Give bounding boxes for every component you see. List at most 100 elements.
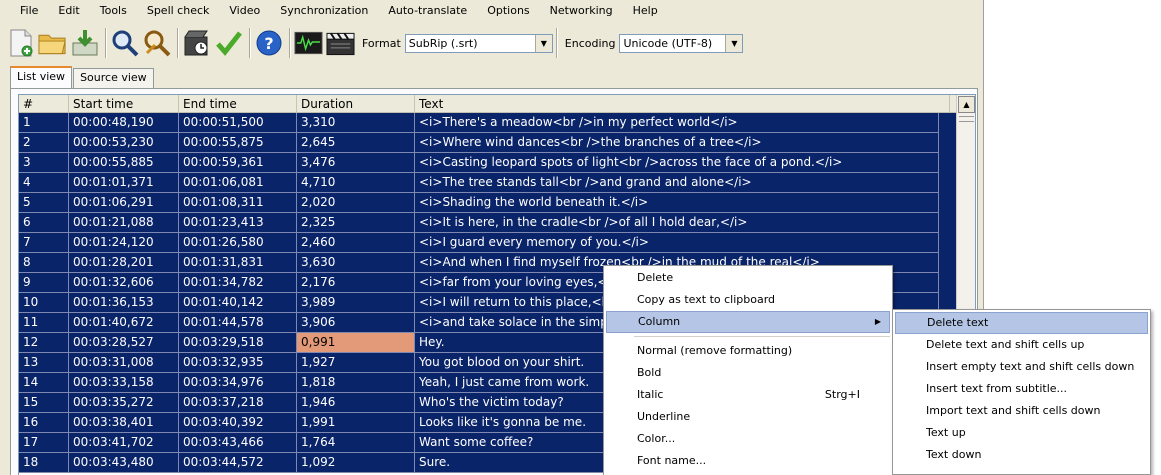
menu-file[interactable]: File — [10, 0, 48, 22]
cell-duration[interactable]: 3,989 — [297, 293, 415, 313]
table-row[interactable]: 1 00:00:48,190 00:00:51,500 3,310 <i>There's… — [19, 113, 975, 133]
cell-duration[interactable]: 3,310 — [297, 113, 415, 133]
new-icon[interactable] — [6, 26, 35, 60]
cell-text[interactable]: <i>Casting leopard spots of light<br />a… — [415, 153, 939, 173]
context-item-underline[interactable]: Underline — [604, 406, 892, 428]
cell-number[interactable]: 14 — [19, 373, 69, 393]
cell-text[interactable]: <i>It is here, in the cradle<br />of all… — [415, 213, 939, 233]
cell-start-time[interactable]: 00:01:40,672 — [69, 313, 179, 333]
context-item-delete[interactable]: Delete — [604, 267, 892, 289]
cell-start-time[interactable]: 00:03:41,702 — [69, 433, 179, 453]
cell-start-time[interactable]: 00:03:33,158 — [69, 373, 179, 393]
visual-sync-icon[interactable] — [182, 26, 211, 60]
cell-start-time[interactable]: 00:00:48,190 — [69, 113, 179, 133]
context-item-italic[interactable]: Italic Strg+I — [604, 384, 892, 406]
cell-number[interactable]: 9 — [19, 273, 69, 293]
table-row[interactable]: 7 00:01:24,120 00:01:26,580 2,460 <i>I guard… — [19, 233, 975, 253]
cell-number[interactable]: 11 — [19, 313, 69, 333]
context-item-normal-remove-formatting[interactable]: Normal (remove formatting) — [604, 340, 892, 362]
cell-number[interactable]: 1 — [19, 113, 69, 133]
cell-start-time[interactable]: 00:03:31,008 — [69, 353, 179, 373]
column-header-duration[interactable]: Duration — [297, 95, 415, 112]
menu-tools[interactable]: Tools — [90, 0, 137, 22]
cell-end-time[interactable]: 00:03:44,572 — [179, 453, 297, 473]
table-row[interactable]: 5 00:01:06,291 00:01:08,311 2,020 <i>Shading… — [19, 193, 975, 213]
cell-number[interactable]: 10 — [19, 293, 69, 313]
cell-end-time[interactable]: 00:01:44,578 — [179, 313, 297, 333]
chevron-down-icon[interactable]: ▼ — [725, 34, 743, 52]
cell-number[interactable]: 16 — [19, 413, 69, 433]
open-folder-icon[interactable] — [38, 26, 67, 60]
spell-check-icon[interactable] — [214, 26, 243, 60]
cell-start-time[interactable]: 00:03:35,272 — [69, 393, 179, 413]
cell-end-time[interactable]: 00:01:06,081 — [179, 173, 297, 193]
cell-duration[interactable]: 3,906 — [297, 313, 415, 333]
save-icon[interactable] — [70, 26, 99, 60]
table-row[interactable]: 4 00:01:01,371 00:01:06,081 4,710 <i>The tre… — [19, 173, 975, 193]
submenu-item-insert-empty-text-and-shift-cells-down[interactable]: Insert empty text and shift cells down — [893, 356, 1150, 378]
cell-duration[interactable]: 3,630 — [297, 253, 415, 273]
column-header-end-time[interactable]: End time — [179, 95, 297, 112]
cell-duration[interactable]: 2,460 — [297, 233, 415, 253]
cell-start-time[interactable]: 00:00:55,885 — [69, 153, 179, 173]
chevron-down-icon[interactable]: ▼ — [534, 34, 552, 52]
cell-text[interactable]: <i>I guard every memory of you.</i> — [415, 233, 939, 253]
context-item-column[interactable]: Column ▶ — [606, 311, 890, 333]
cell-start-time[interactable]: 00:01:24,120 — [69, 233, 179, 253]
scroll-up-icon[interactable]: ▲ — [958, 96, 975, 113]
context-item-copy-as-text-to-clipboard[interactable]: Copy as text to clipboard — [604, 289, 892, 311]
cell-end-time[interactable]: 00:00:59,361 — [179, 153, 297, 173]
cell-start-time[interactable]: 00:01:21,088 — [69, 213, 179, 233]
table-row[interactable]: 2 00:00:53,230 00:00:55,875 2,645 <i>Where w… — [19, 133, 975, 153]
cell-duration[interactable]: 1,946 — [297, 393, 415, 413]
cell-end-time[interactable]: 00:01:40,142 — [179, 293, 297, 313]
cell-number[interactable]: 8 — [19, 253, 69, 273]
cell-number[interactable]: 15 — [19, 393, 69, 413]
replace-icon[interactable] — [142, 26, 171, 60]
cell-duration[interactable]: 1,092 — [297, 453, 415, 473]
cell-number[interactable]: 7 — [19, 233, 69, 253]
cell-start-time[interactable]: 00:01:32,606 — [69, 273, 179, 293]
cell-start-time[interactable]: 00:03:28,527 — [69, 333, 179, 353]
cell-start-time[interactable]: 00:01:01,371 — [69, 173, 179, 193]
cell-number[interactable]: 3 — [19, 153, 69, 173]
menu-auto-translate[interactable]: Auto-translate — [378, 0, 477, 22]
cell-duration[interactable]: 1,764 — [297, 433, 415, 453]
cell-number[interactable]: 2 — [19, 133, 69, 153]
cell-text[interactable]: <i>The tree stands tall<br />and grand a… — [415, 173, 939, 193]
submenu-item-text-up[interactable]: Text up — [893, 422, 1150, 444]
context-item-bold[interactable]: Bold — [604, 362, 892, 384]
cell-start-time[interactable]: 00:00:53,230 — [69, 133, 179, 153]
cell-duration[interactable]: 3,476 — [297, 153, 415, 173]
cell-end-time[interactable]: 00:01:26,580 — [179, 233, 297, 253]
video-icon[interactable] — [326, 26, 355, 60]
cell-start-time[interactable]: 00:03:38,401 — [69, 413, 179, 433]
cell-end-time[interactable]: 00:03:32,935 — [179, 353, 297, 373]
cell-number[interactable]: 12 — [19, 333, 69, 353]
cell-end-time[interactable]: 00:03:37,218 — [179, 393, 297, 413]
cell-end-time[interactable]: 00:01:23,413 — [179, 213, 297, 233]
submenu-item-delete-text-and-shift-cells-up[interactable]: Delete text and shift cells up — [893, 334, 1150, 356]
context-item-color[interactable]: Color... — [604, 428, 892, 450]
cell-number[interactable]: 17 — [19, 433, 69, 453]
cell-number[interactable]: 18 — [19, 453, 69, 473]
table-row[interactable]: 6 00:01:21,088 00:01:23,413 2,325 <i>It is h… — [19, 213, 975, 233]
tab-list-view[interactable]: List view — [10, 66, 73, 88]
help-icon[interactable]: ? — [254, 26, 283, 60]
cell-number[interactable]: 5 — [19, 193, 69, 213]
cell-end-time[interactable]: 00:00:51,500 — [179, 113, 297, 133]
menu-help[interactable]: Help — [623, 0, 668, 22]
cell-start-time[interactable]: 00:01:06,291 — [69, 193, 179, 213]
cell-number[interactable]: 6 — [19, 213, 69, 233]
cell-end-time[interactable]: 00:01:08,311 — [179, 193, 297, 213]
column-header-start-time[interactable]: Start time — [69, 95, 179, 112]
cell-duration[interactable]: 1,818 — [297, 373, 415, 393]
cell-start-time[interactable]: 00:01:36,153 — [69, 293, 179, 313]
cell-text[interactable]: <i>Where wind dances<br />the branches o… — [415, 133, 939, 153]
encoding-select[interactable]: Unicode (UTF-8) ▼ — [619, 33, 744, 53]
cell-text[interactable]: <i>There's a meadow<br />in my perfect w… — [415, 113, 939, 133]
submenu-item-import-text-and-shift-cells-down[interactable]: Import text and shift cells down — [893, 400, 1150, 422]
column-header-text[interactable]: Text — [415, 95, 950, 112]
cell-duration[interactable]: 2,176 — [297, 273, 415, 293]
cell-number[interactable]: 4 — [19, 173, 69, 193]
